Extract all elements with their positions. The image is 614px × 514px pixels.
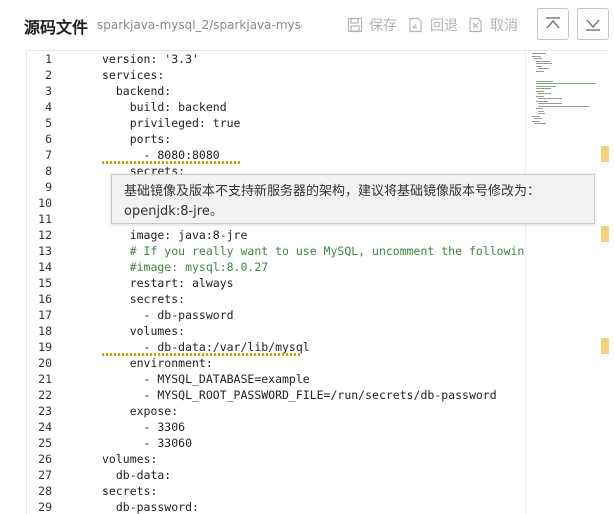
code-line: volumes: xyxy=(102,452,158,466)
save-label: 保存 xyxy=(369,18,397,34)
minimap-line xyxy=(536,63,552,64)
code-line: image: java:8-jre xyxy=(102,228,248,242)
minimap-line xyxy=(538,93,551,94)
warning-marker xyxy=(601,146,609,162)
warning-tooltip: 基础镜像及版本不支持新服务器的架构，建议将基础镜像版本号修改为：openjdk:… xyxy=(111,174,595,224)
minimap-line xyxy=(532,55,541,57)
code-line: expose: xyxy=(102,404,179,418)
cancel-icon xyxy=(469,17,482,33)
minimap-line xyxy=(538,113,545,114)
code-line: privileged: true xyxy=(102,116,241,130)
warning-squiggle xyxy=(102,353,302,356)
minimap-line xyxy=(536,95,544,97)
code-line: environment: xyxy=(102,356,213,370)
code-line: restart: always xyxy=(102,276,234,290)
save-button[interactable]: 保存 xyxy=(347,14,397,36)
code-line: services: xyxy=(102,68,165,82)
minimap-line xyxy=(538,103,562,104)
minimap-line xyxy=(532,115,540,117)
code-line: volumes: xyxy=(102,324,186,338)
minimap-line xyxy=(536,85,556,87)
minimap-line xyxy=(534,58,542,59)
page-title: 源码文件 xyxy=(24,18,89,37)
minimap-line xyxy=(538,105,589,107)
file-path: sparkjava-mysql_2/sparkjava-mysql_... xyxy=(97,18,302,32)
minimap-line xyxy=(536,100,548,102)
minimap-line xyxy=(536,65,542,67)
cancel-button[interactable]: 取消 xyxy=(468,14,518,36)
code-line: #image: mysql:8.0.27 xyxy=(102,260,269,274)
scroll-to-bottom-button[interactable] xyxy=(577,8,609,40)
scroll-to-bottom-icon xyxy=(586,19,600,31)
minimap-line xyxy=(534,118,542,119)
minimap-line xyxy=(536,88,551,89)
code-line: db-data: xyxy=(102,468,172,482)
code-line: ports: xyxy=(102,132,172,146)
code-line: build: backend xyxy=(102,100,227,114)
minimap-line xyxy=(532,120,540,122)
warning-marker xyxy=(601,226,609,242)
minimap-line xyxy=(538,98,562,99)
minimap-line xyxy=(536,80,553,82)
code-line: - MYSQL_ROOT_PASSWORD_FILE=/run/secrets/… xyxy=(102,388,497,402)
warning-marker xyxy=(601,338,609,354)
save-icon xyxy=(347,17,363,33)
minimap-line xyxy=(536,60,550,62)
code-line: secrets: xyxy=(102,292,186,306)
code-line: db-password: xyxy=(102,500,199,514)
minimap-line xyxy=(534,123,546,124)
minimap-line xyxy=(532,53,546,54)
revert-button[interactable]: 回退 xyxy=(408,14,458,36)
code-editor[interactable]: 1 2 3 4 5 6 7 8 9 10 11 12 13 14 15 16 17 18 19 20 21 22 23 24 2… xyxy=(26,50,609,514)
minimap-line xyxy=(536,108,543,109)
code-line: - 3306 xyxy=(102,420,186,434)
cancel-label: 取消 xyxy=(490,18,518,34)
code-line: - 33060 xyxy=(102,436,193,450)
code-line: secrets: xyxy=(102,484,158,498)
warning-squiggle xyxy=(102,161,242,164)
minimap-line xyxy=(538,110,544,112)
revert-icon xyxy=(409,17,422,33)
minimap-line xyxy=(536,70,544,72)
revert-label: 回退 xyxy=(430,18,458,34)
code-area[interactable]: version: '3.3' services: backend: build: … xyxy=(27,51,525,514)
minimap-line xyxy=(536,83,596,84)
minimap-line xyxy=(536,90,544,92)
code-line: - MYSQL_DATABASE=example xyxy=(102,372,310,386)
code-line: backend: xyxy=(102,84,172,98)
header: 源码文件 sparkjava-mysql_2/sparkjava-mysql_.… xyxy=(0,0,614,50)
minimap-line xyxy=(538,68,549,69)
code-line: # If you really want to use MySQL, uncom… xyxy=(102,244,525,258)
scroll-to-top-button[interactable] xyxy=(537,8,569,40)
code-line: version: '3.3' xyxy=(102,52,199,66)
minimap[interactable] xyxy=(525,51,602,514)
code-line: - db-password xyxy=(102,308,234,322)
scroll-to-top-icon xyxy=(546,17,560,29)
